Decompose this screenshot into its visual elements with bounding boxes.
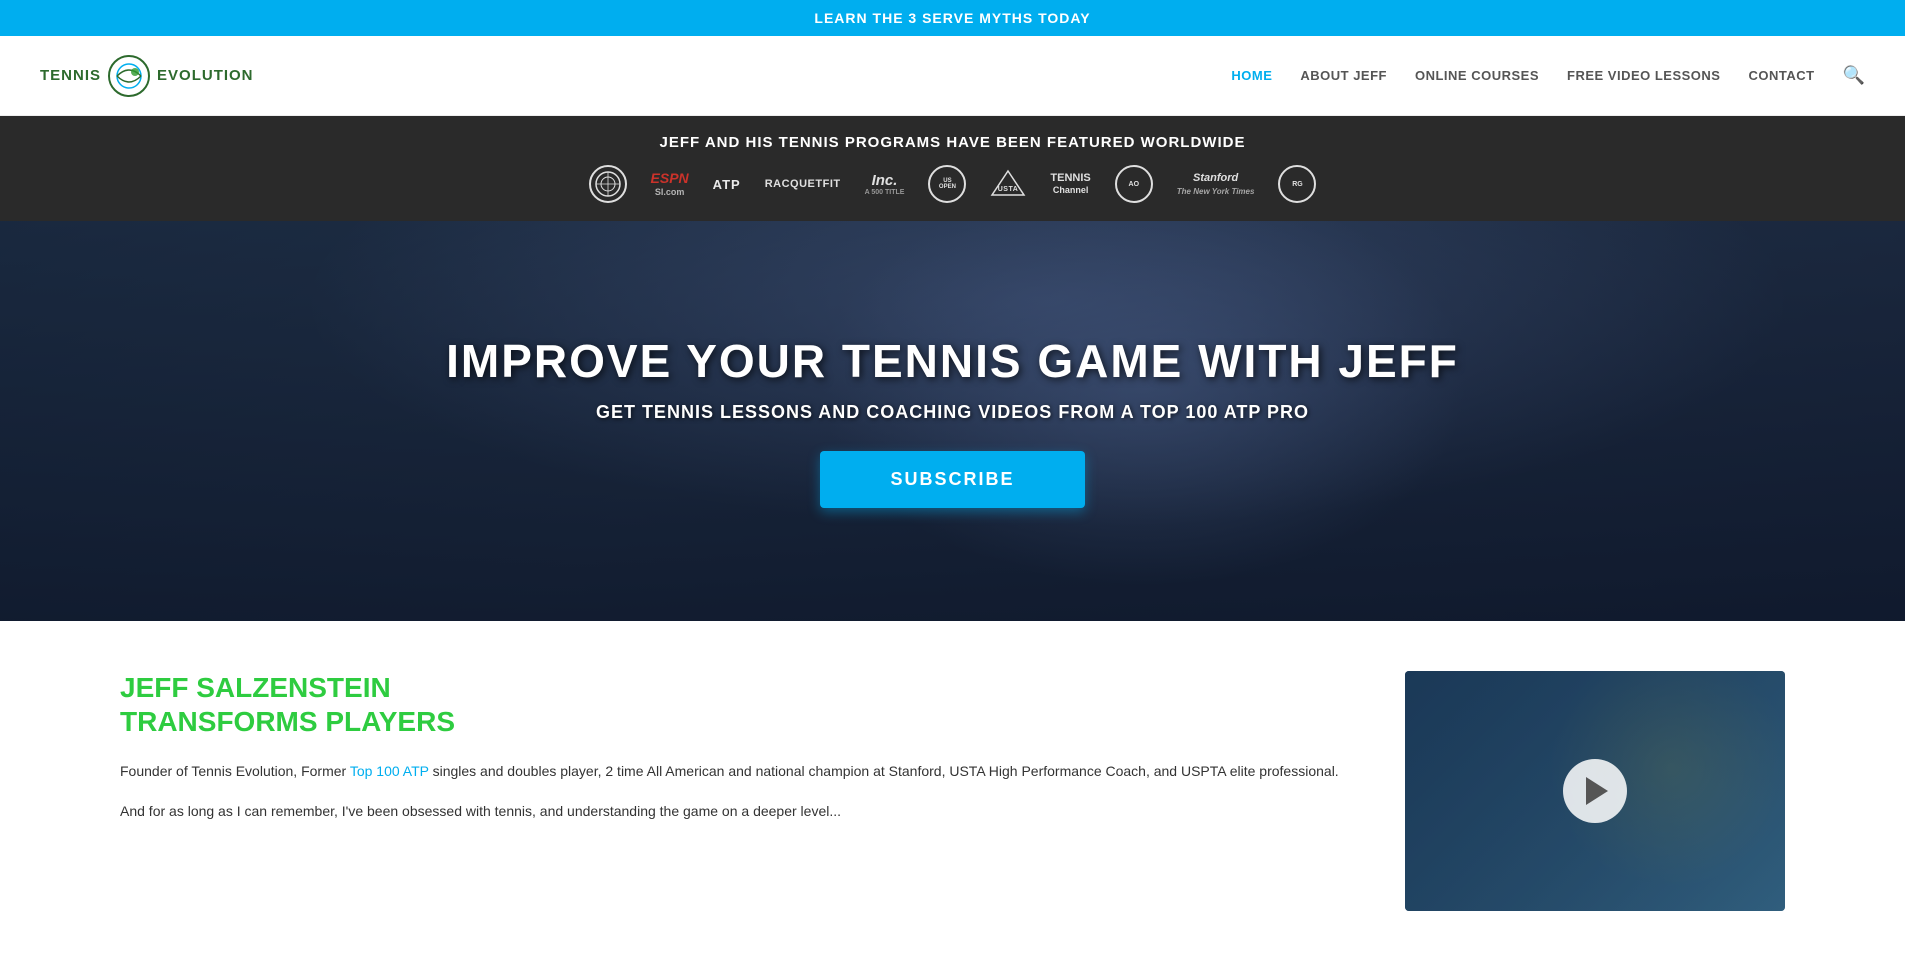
header: TENNIS EVOLUTION HOME ABOUT JEFF ONLINE … xyxy=(0,36,1905,116)
bio-text-1: Founder of Tennis Evolution, Former Top … xyxy=(120,760,1345,784)
bio-title-line2: TRANSFORMS PLAYERS xyxy=(120,705,1345,739)
bio-section: JEFF SALZENSTEIN TRANSFORMS PLAYERS Foun… xyxy=(120,671,1345,824)
atp-logo: ATP xyxy=(713,177,741,192)
video-section xyxy=(1405,671,1785,911)
hero-section: IMPROVE YOUR TENNIS GAME WITH JEFF GET T… xyxy=(0,221,1905,621)
logo-tennis: TENNIS xyxy=(40,67,101,84)
top-banner: LEARN THE 3 SERVE MYTHS TODAY xyxy=(0,0,1905,36)
hero-title: IMPROVE YOUR TENNIS GAME WITH JEFF xyxy=(446,334,1459,388)
logos-row: ESPN SI.com ATP RACQUETFIT Inc. A 500 TI… xyxy=(20,165,1885,203)
bio-title-line1: JEFF SALZENSTEIN xyxy=(120,671,1345,705)
roland-garros-logo: RG xyxy=(1278,165,1316,203)
nav-videos[interactable]: FREE VIDEO LESSONS xyxy=(1567,68,1720,83)
usta-logo: USTA xyxy=(990,169,1026,200)
featured-title: JEFF AND HIS TENNIS PROGRAMS HAVE BEEN F… xyxy=(20,134,1885,151)
hero-content: IMPROVE YOUR TENNIS GAME WITH JEFF GET T… xyxy=(426,314,1479,528)
logo[interactable]: TENNIS EVOLUTION xyxy=(40,54,254,98)
play-icon xyxy=(1586,777,1608,805)
bio-title: JEFF SALZENSTEIN TRANSFORMS PLAYERS xyxy=(120,671,1345,738)
logo-evolution: EVOLUTION xyxy=(157,67,254,84)
subscribe-button[interactable]: SUBSCRIBE xyxy=(820,451,1084,508)
hero-subtitle: GET TENNIS LESSONS AND COACHING VIDEOS F… xyxy=(446,402,1459,423)
tennis-channel-logo: Tennis Channel xyxy=(1050,171,1090,197)
play-button[interactable] xyxy=(1563,759,1627,823)
featured-bar: JEFF AND HIS TENNIS PROGRAMS HAVE BEEN F… xyxy=(0,116,1905,221)
main-nav: HOME ABOUT JEFF ONLINE COURSES FREE VIDE… xyxy=(1231,65,1865,86)
australian-open-logo: AO xyxy=(1115,165,1153,203)
racquetfit-logo: RACQUETFIT xyxy=(765,178,841,190)
video-thumbnail[interactable] xyxy=(1405,671,1785,911)
wimbledon-logo xyxy=(589,165,627,203)
nav-home[interactable]: HOME xyxy=(1231,68,1272,83)
nav-contact[interactable]: CONTACT xyxy=(1748,68,1814,83)
banner-text: LEARN THE 3 SERVE MYTHS TODAY xyxy=(814,10,1090,26)
bio-text-2: And for as long as I can remember, I've … xyxy=(120,800,1345,824)
search-icon[interactable]: 🔍 xyxy=(1843,65,1865,86)
usopen-logo: US OPEN xyxy=(928,165,966,203)
inc-logo: Inc. A 500 TITLE xyxy=(865,172,905,196)
content-section: JEFF SALZENSTEIN TRANSFORMS PLAYERS Foun… xyxy=(0,621,1905,961)
stanford-nyt-logo: Stanford The New York Times xyxy=(1177,171,1255,198)
nav-courses[interactable]: ONLINE COURSES xyxy=(1415,68,1539,83)
highlight-top100: Top 100 ATP xyxy=(350,763,429,779)
logo-icon xyxy=(107,54,151,98)
nav-about[interactable]: ABOUT JEFF xyxy=(1300,68,1387,83)
svg-text:USTA: USTA xyxy=(998,186,1019,193)
espn-logo: ESPN SI.com xyxy=(651,170,689,198)
